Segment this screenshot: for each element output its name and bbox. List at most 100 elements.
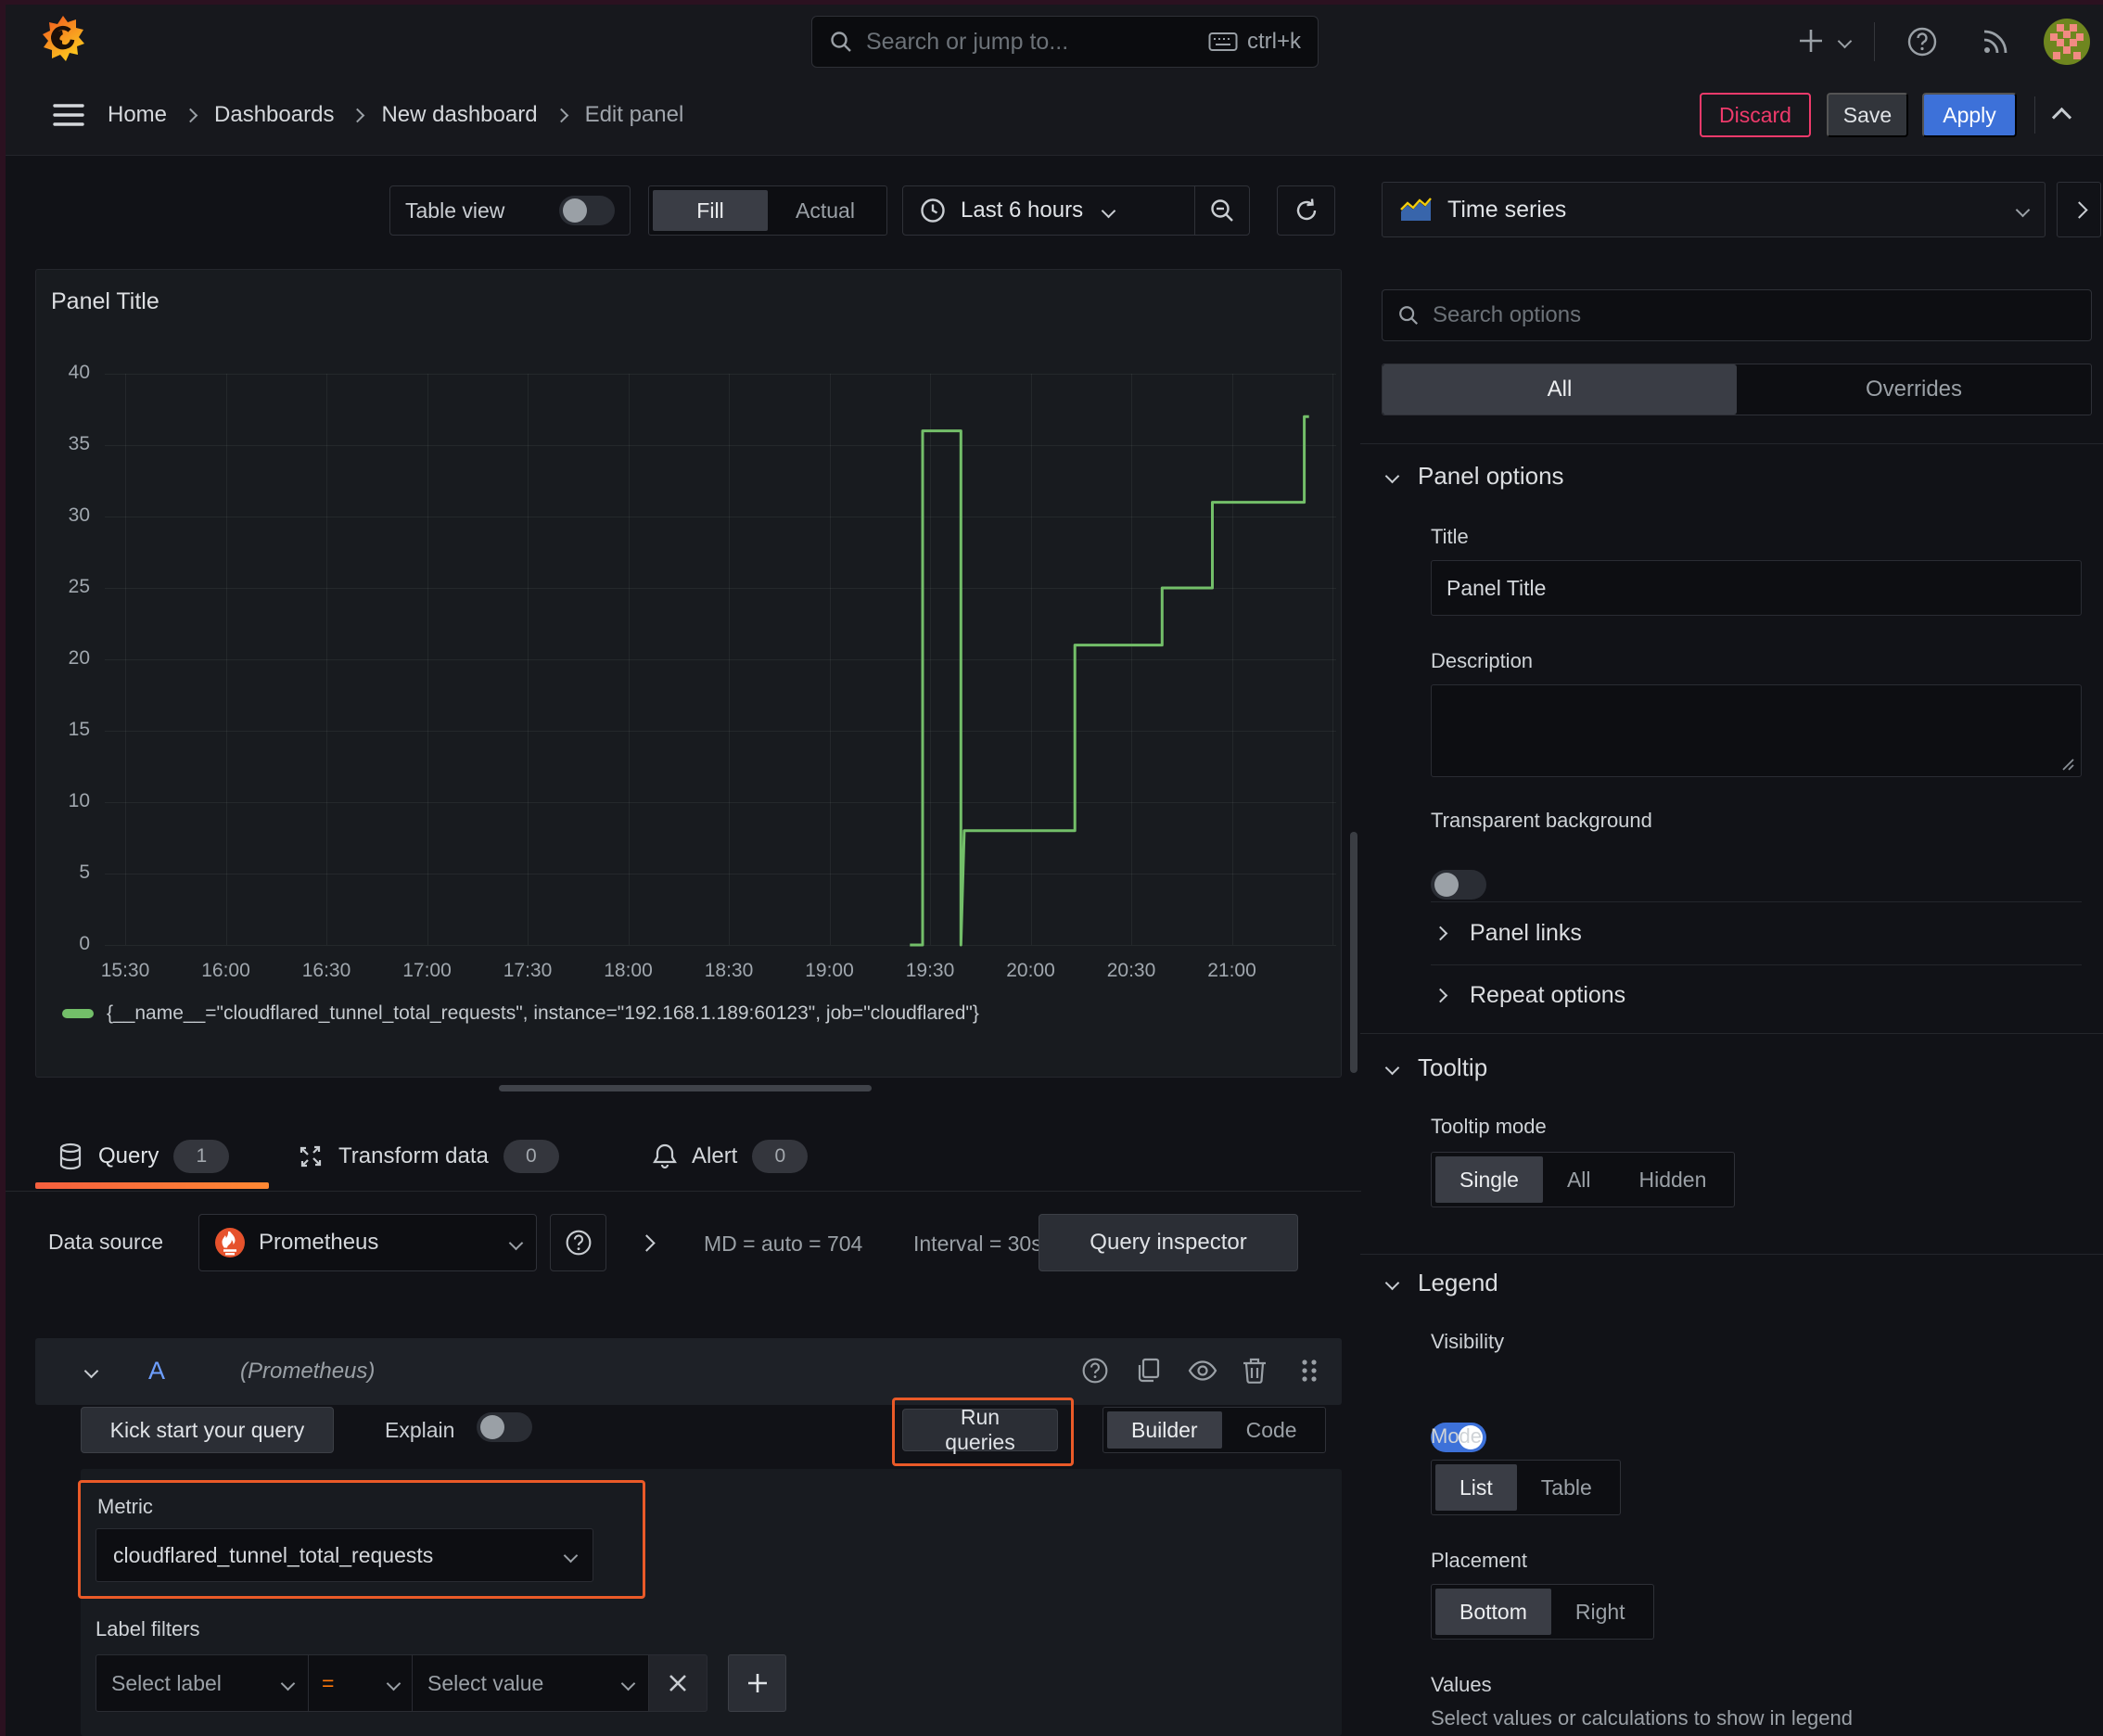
tooltip-hidden-option[interactable]: Hidden: [1615, 1156, 1731, 1203]
actual-option[interactable]: Actual: [768, 190, 883, 231]
global-search[interactable]: ctrl+k: [811, 16, 1319, 68]
tab-all-options[interactable]: All: [1383, 364, 1737, 415]
tooltip-header[interactable]: Tooltip: [1384, 1053, 1487, 1082]
query-stats: MD = auto = 704: [704, 1232, 863, 1256]
operator-value: =: [322, 1670, 335, 1695]
query-help-icon[interactable]: [1081, 1357, 1109, 1385]
panel-links-header[interactable]: Panel links: [1433, 916, 1582, 950]
chart-legend[interactable]: {__name__="cloudflared_tunnel_total_requ…: [62, 1002, 979, 1025]
metric-label: Metric: [97, 1495, 153, 1518]
add-chevron-icon[interactable]: [1837, 33, 1853, 49]
run-queries-button[interactable]: Run queries: [902, 1405, 1058, 1454]
clock-icon: [920, 198, 946, 223]
select-value-dropdown[interactable]: Select value: [413, 1654, 649, 1712]
section-chevron-icon: [1384, 468, 1400, 484]
collapsed-chevron-icon: [1433, 988, 1448, 1002]
help-icon[interactable]: [1906, 26, 1938, 57]
options-search-input[interactable]: [1433, 302, 2076, 328]
refresh-button[interactable]: [1277, 185, 1335, 236]
breadcrumb-home[interactable]: Home: [108, 102, 167, 128]
explain-label: Explain: [385, 1418, 455, 1442]
datasource-picker[interactable]: Prometheus: [198, 1214, 537, 1271]
query-row-header[interactable]: A (Prometheus): [35, 1338, 1342, 1405]
time-range-picker[interactable]: Last 6 hours: [903, 186, 1194, 235]
visualization-picker[interactable]: Time series: [1382, 182, 2046, 237]
scrollbar-vertical[interactable]: [1350, 832, 1357, 1073]
panel-options-header[interactable]: Panel options: [1384, 462, 1564, 491]
query-inspector-button[interactable]: Query inspector: [1039, 1214, 1298, 1271]
legend-label[interactable]: {__name__="cloudflared_tunnel_total_requ…: [107, 1002, 979, 1025]
grafana-logo[interactable]: [41, 15, 85, 63]
save-button[interactable]: Save: [1827, 93, 1908, 137]
tab-alert[interactable]: Alert 0: [653, 1130, 809, 1183]
apply-button[interactable]: Apply: [1922, 93, 2017, 137]
options-tabs: All Overrides: [1382, 364, 2092, 415]
database-icon: [57, 1142, 83, 1170]
explain-toggle[interactable]: [477, 1412, 532, 1442]
duplicate-query-icon[interactable]: [1135, 1357, 1163, 1385]
builder-option[interactable]: Builder: [1107, 1411, 1222, 1449]
repeat-options-header[interactable]: Repeat options: [1433, 978, 1625, 1012]
options-pane-collapse-button[interactable]: [2057, 182, 2101, 237]
kick-start-button[interactable]: Kick start your query: [81, 1407, 334, 1453]
datasource-label: Data source: [48, 1230, 164, 1254]
drag-grip-icon[interactable]: [1298, 1357, 1320, 1385]
resize-handle-horizontal[interactable]: [499, 1085, 872, 1091]
legend-placement-right[interactable]: Right: [1551, 1589, 1650, 1635]
query-datasource-hint: (Prometheus): [240, 1359, 376, 1384]
tab-overrides[interactable]: Overrides: [1737, 364, 2091, 415]
expand-row-chevron-icon[interactable]: [638, 1234, 656, 1252]
discard-button[interactable]: Discard: [1700, 93, 1811, 137]
table-view-toggle[interactable]: [559, 196, 615, 225]
breadcrumb-dashboards[interactable]: Dashboards: [214, 102, 334, 128]
global-search-input[interactable]: [866, 28, 1208, 56]
query-ref-id[interactable]: A: [148, 1357, 165, 1385]
bell-icon: [653, 1142, 677, 1170]
tooltip-single-option[interactable]: Single: [1435, 1156, 1543, 1203]
breadcrumb-bar: Home Dashboards New dashboard Edit panel…: [0, 75, 2103, 156]
add-button[interactable]: [1797, 27, 1825, 55]
collapse-up-icon[interactable]: [2051, 107, 2072, 128]
metric-chevron-icon: [563, 1548, 579, 1563]
operator-dropdown[interactable]: =: [309, 1654, 413, 1712]
options-search[interactable]: [1382, 289, 2092, 341]
avatar[interactable]: [2044, 19, 2090, 65]
query-collapse-chevron-icon[interactable]: [83, 1363, 99, 1379]
panel-description-textarea[interactable]: [1431, 684, 2082, 777]
sidebar-divider: [1360, 443, 2103, 444]
metric-select[interactable]: cloudflared_tunnel_total_requests: [96, 1528, 593, 1582]
add-filter-button[interactable]: [728, 1654, 786, 1712]
top-nav: ctrl+k: [0, 5, 2103, 76]
zoom-out-button[interactable]: [1195, 186, 1249, 235]
legend-placement-bottom[interactable]: Bottom: [1435, 1589, 1551, 1635]
tooltip-mode-label: Tooltip mode: [1431, 1115, 1547, 1138]
legend-mode-group: List Table: [1431, 1460, 1621, 1515]
delete-query-trash-icon[interactable]: [1242, 1357, 1268, 1385]
legend-section-header[interactable]: Legend: [1384, 1269, 1498, 1297]
tooltip-all-option[interactable]: All: [1543, 1156, 1615, 1203]
datasource-help-button[interactable]: [550, 1214, 606, 1271]
panel-title-input[interactable]: [1431, 560, 2082, 616]
transparent-bg-toggle[interactable]: [1431, 870, 1486, 900]
legend-mode-table[interactable]: Table: [1517, 1464, 1616, 1511]
textarea-resize-handle-icon[interactable]: [2060, 757, 2075, 772]
panel-options-title: Panel options: [1418, 462, 1564, 490]
transparent-bg-label: Transparent background: [1431, 809, 1652, 832]
fill-option[interactable]: Fill: [653, 190, 768, 231]
grafana-edit-panel-screen: ctrl+k: [0, 0, 2103, 1736]
select-value-placeholder: Select value: [427, 1670, 544, 1695]
news-rss-icon[interactable]: [1981, 27, 2010, 57]
tab-transform[interactable]: Transform data 0: [298, 1130, 559, 1183]
menu-icon[interactable]: [52, 101, 85, 129]
code-option[interactable]: Code: [1222, 1411, 1321, 1449]
legend-mode-list[interactable]: List: [1435, 1464, 1517, 1511]
breadcrumb-edit-panel: Edit panel: [584, 102, 684, 127]
legend-values-desc: Select values or calculations to show in…: [1431, 1706, 1853, 1730]
tab-transform-label: Transform data: [338, 1143, 489, 1168]
breadcrumb-new-dashboard[interactable]: New dashboard: [381, 102, 537, 128]
visualization-label: Time series: [1447, 196, 1567, 223]
hide-query-eye-icon[interactable]: [1188, 1357, 1217, 1385]
remove-filter-button[interactable]: [649, 1654, 707, 1712]
tab-query[interactable]: Query 1: [57, 1130, 230, 1183]
select-label-dropdown[interactable]: Select label: [96, 1654, 309, 1712]
